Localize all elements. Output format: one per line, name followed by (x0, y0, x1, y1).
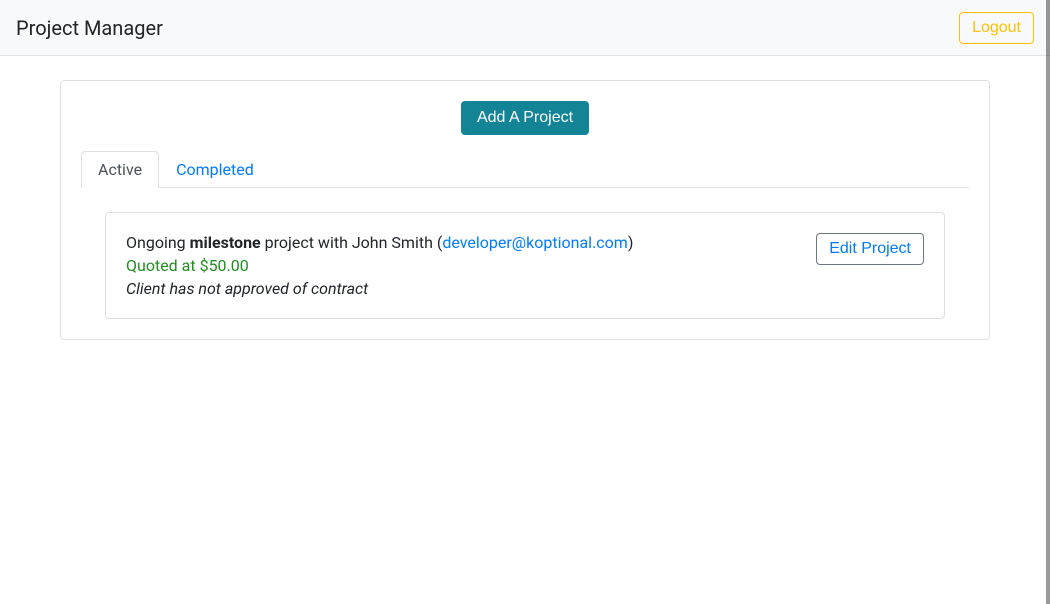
project-suffix: ) (628, 233, 634, 252)
project-with: project with John Smith ( (261, 233, 443, 252)
add-button-wrap: Add A Project (81, 101, 969, 135)
projects-card: Add A Project Active Completed Ongoing m… (60, 80, 990, 340)
navbar: Project Manager Logout (0, 0, 1050, 56)
project-type: milestone (190, 233, 261, 252)
project-prefix: Ongoing (126, 233, 190, 252)
edit-project-button[interactable]: Edit Project (816, 233, 924, 265)
main-container: Add A Project Active Completed Ongoing m… (0, 56, 1050, 364)
tab-active[interactable]: Active (81, 151, 159, 188)
project-card: Ongoing milestone project with John Smit… (105, 212, 945, 319)
tab-completed[interactable]: Completed (159, 151, 271, 188)
app-title: Project Manager (16, 16, 163, 40)
project-description: Ongoing milestone project with John Smit… (126, 233, 816, 252)
project-info: Ongoing milestone project with John Smit… (126, 233, 816, 298)
scrollbar[interactable] (1046, 0, 1050, 604)
tabs: Active Completed (81, 151, 969, 188)
client-email-link[interactable]: developer@koptional.com (442, 233, 627, 252)
project-quote: Quoted at $50.00 (126, 256, 816, 275)
add-project-button[interactable]: Add A Project (461, 101, 589, 135)
project-status: Client has not approved of contract (126, 279, 816, 298)
logout-button[interactable]: Logout (959, 12, 1034, 44)
